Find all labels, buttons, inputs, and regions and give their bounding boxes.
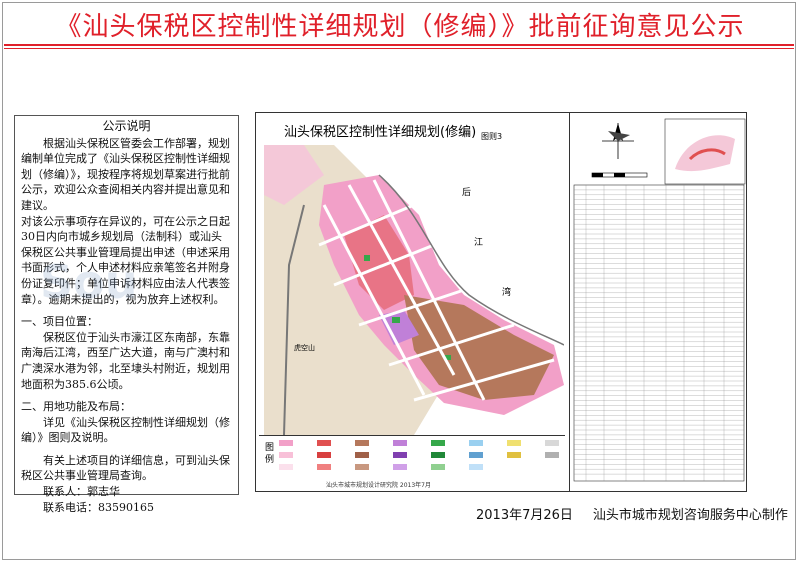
- item1-text: 保税区位于汕头市濠江区东南部，东靠南海后江湾，西至广达大道，南与广澳村和广澳深水…: [21, 330, 230, 391]
- green-space-1: [392, 317, 400, 323]
- item2-text: 详见《汕头保税区控制性详细规划（修编）》图则及说明。: [21, 415, 230, 445]
- green-space-2: [364, 255, 370, 261]
- scale-bar: [591, 172, 648, 178]
- legend-label: 图例: [265, 443, 275, 465]
- plan-title: 汕头保税区控制性详细规划(修编): [284, 125, 477, 140]
- contact-name: 联系人：郭志华: [43, 485, 120, 499]
- plan-sheet: 汕头保税区控制性详细规划(修编) 图则3 后 江 湾 虎空山 图例 汕头市城市规…: [255, 112, 747, 492]
- title-rule-thin: [4, 48, 794, 49]
- legend-swatch-row-2: [279, 452, 559, 458]
- legend-swatch-row-3: [279, 464, 483, 470]
- footer-date: 2013年7月26日: [476, 508, 573, 523]
- land-use-data-table: [573, 184, 745, 482]
- land-use-map: 后 江 湾 虎空山: [264, 145, 564, 435]
- item1-title: 一、项目位置：: [21, 315, 98, 329]
- notice-heading: 公示说明: [102, 119, 151, 133]
- north-arrow-icon: [602, 123, 634, 159]
- water-label-hou: 后: [462, 187, 471, 198]
- footer: 2013年7月26日 汕头市城市规划咨询服务中心制作: [476, 504, 800, 523]
- closing-text: 有关上述项目的详细信息，可到汕头保税区公共事业管理局查询。: [21, 453, 230, 483]
- notice-paragraph-2: 对该公示事项存在异议的，可在公示之日起30日内向市城乡规划局（法制科）或汕头保税…: [21, 214, 230, 306]
- legend-swatch-row-1: [279, 440, 559, 446]
- title-rule: [4, 44, 794, 46]
- plan-subtitle: 图则3: [481, 132, 503, 141]
- plan-credit: 汕头市城市规划设计研究院 2013年7月: [326, 482, 431, 489]
- footer-producer: 汕头市城市规划咨询服务中心制作: [592, 508, 788, 523]
- page-title: 《汕头保税区控制性详细规划（修编）》批前征询意见公示: [55, 12, 745, 42]
- contact-phone: 联系电话：83590165: [43, 500, 154, 514]
- water-label-jiang: 江: [474, 237, 483, 248]
- water-label-wan: 湾: [502, 286, 511, 298]
- notice-paragraph-1: 根据汕头保税区管委会工作部署，规划编制单位完成了《汕头保税区控制性详细规划（修编…: [21, 136, 230, 212]
- plan-side-panel: [569, 113, 748, 491]
- legend: 图例: [259, 435, 565, 478]
- location-inset-map: [664, 118, 746, 185]
- notice-panel: 公示说明 根据汕头保税区管委会工作部署，规划编制单位完成了《汕头保税区控制性详细…: [14, 115, 239, 514]
- mountain-label: 虎空山: [294, 343, 315, 352]
- side-graphics: [573, 118, 746, 482]
- item2-title: 二、用地功能及布局：: [21, 400, 131, 414]
- legend-swatches: [279, 440, 559, 470]
